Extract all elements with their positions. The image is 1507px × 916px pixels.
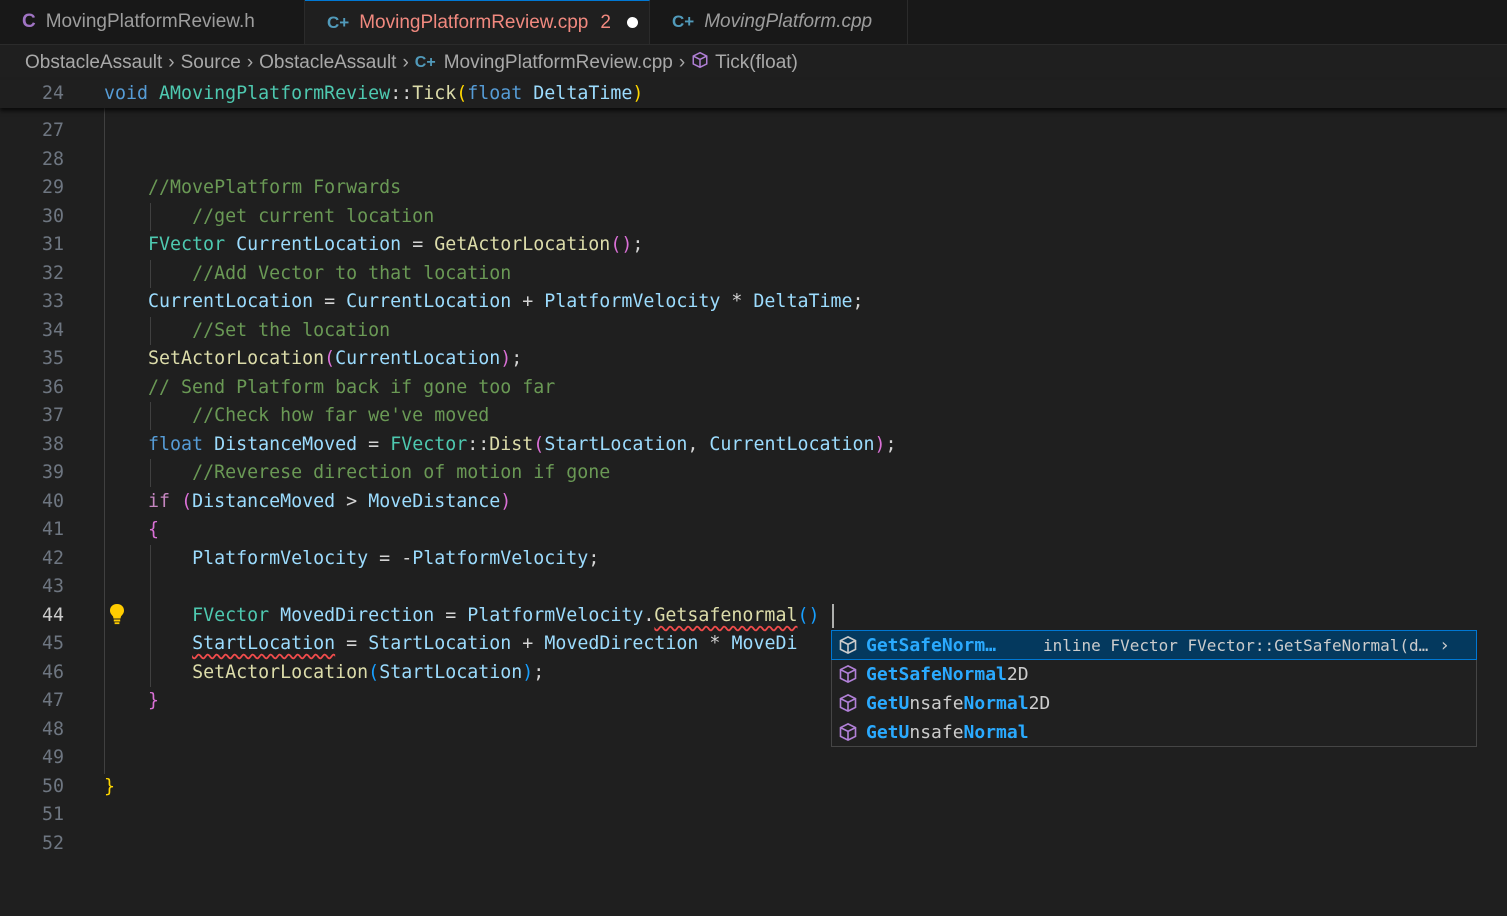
line-number: 52	[41, 833, 64, 854]
suggestion-match: GetU	[866, 721, 910, 743]
line-number: 45	[41, 633, 64, 654]
editor-tab-bar: C MovingPlatformReview.h C+ MovingPlatfo…	[0, 0, 1507, 45]
breadcrumb-item[interactable]: Source	[181, 52, 241, 74]
suggestion-match: Normal	[963, 721, 1029, 743]
suggestion-item[interactable]: GetU nsafe Normal 2D	[832, 689, 1476, 717]
sticky-scroll-header[interactable]: 24 void AMovingPlatformReview::Tick(floa…	[0, 80, 1507, 108]
c-header-file-icon: C	[22, 11, 36, 32]
suggestion-item[interactable]: GetSafeNormal 2D	[832, 660, 1476, 688]
line-number: 30	[41, 206, 64, 227]
line-number: 37	[41, 405, 64, 426]
line-number: 27	[41, 120, 64, 141]
text-cursor	[832, 604, 834, 628]
line-number: 39	[41, 462, 64, 483]
code-line: {	[148, 519, 160, 540]
chevron-right-icon: ›	[168, 52, 175, 73]
suggestion-rest: nsafe	[909, 692, 964, 714]
line-number: 49	[41, 747, 64, 768]
sticky-code-line: void AMovingPlatformReview::Tick(float D…	[104, 83, 644, 104]
code-line: //Set the location	[192, 320, 391, 341]
suggestion-rest: 2D	[1028, 692, 1051, 714]
line-number: 51	[41, 804, 64, 825]
line-number: 32	[41, 263, 64, 284]
unsaved-dot-icon[interactable]	[626, 17, 638, 28]
method-cube-icon	[839, 693, 857, 713]
line-number: 42	[41, 548, 64, 569]
method-cube-icon	[691, 51, 709, 75]
autocomplete-suggest-widget: GetSafeNorm… inline FVector FVector::Get…	[831, 630, 1477, 747]
suggestion-match: GetU	[866, 692, 910, 714]
line-number: 46	[41, 662, 64, 683]
tab-moving-platform-cpp[interactable]: C+ MovingPlatform.cpp	[650, 0, 908, 44]
chevron-right-icon: ›	[246, 52, 254, 73]
tab-moving-platform-review-h[interactable]: C MovingPlatformReview.h	[0, 0, 305, 44]
code-line: CurrentLocation = CurrentLocation + Plat…	[148, 291, 864, 312]
chevron-right-icon: ›	[402, 52, 409, 73]
cpp-file-icon: C+	[414, 54, 436, 71]
line-number: 24	[41, 83, 64, 104]
code-line: //Check how far we've moved	[192, 405, 490, 426]
code-line: }	[148, 690, 160, 711]
line-number: 38	[41, 434, 64, 455]
code-line: StartLocation = StartLocation + MovedDir…	[192, 633, 798, 654]
line-number: 50	[41, 776, 64, 797]
code-line: SetActorLocation(CurrentLocation);	[148, 348, 523, 369]
code-line: FVector CurrentLocation = GetActorLocati…	[148, 234, 644, 255]
code-line: float DistanceMoved = FVector::Dist(Star…	[148, 434, 897, 455]
code-line: //MovePlatform Forwards	[148, 177, 402, 198]
suggestion-label: GetSafeNorm…	[866, 634, 997, 656]
method-cube-icon	[839, 664, 857, 684]
line-number: 36	[41, 377, 64, 398]
line-number: 29	[41, 177, 64, 198]
method-cube-icon	[839, 635, 857, 655]
code-line: }	[104, 776, 116, 797]
tab-label: MovingPlatformReview.h	[45, 11, 255, 32]
suggestion-rest: 2D	[1006, 663, 1029, 685]
breadcrumb: ObstacleAssault › Source › ObstacleAssau…	[25, 48, 798, 78]
line-number: 34	[41, 320, 64, 341]
code-line: // Send Platform back if gone too far	[148, 377, 556, 398]
breadcrumb-item[interactable]: ObstacleAssault	[259, 52, 396, 74]
line-number-current: 44	[41, 605, 64, 626]
breadcrumb-item[interactable]: Tick(float)	[715, 52, 798, 74]
code-line-current: FVector MovedDirection = PlatformVelocit…	[192, 605, 820, 626]
tab-label: MovingPlatformReview.cpp	[359, 11, 589, 33]
chevron-right-icon[interactable]: ›	[1439, 635, 1450, 656]
chevron-right-icon: ›	[678, 52, 686, 73]
breadcrumb-item[interactable]: ObstacleAssault	[25, 52, 162, 74]
code-line: //Reverese direction of motion if gone	[192, 462, 611, 483]
line-number: 40	[41, 491, 64, 512]
code-line: //get current location	[192, 206, 435, 227]
code-line: SetActorLocation(StartLocation);	[192, 662, 545, 683]
suggestion-rest: nsafe	[909, 721, 964, 743]
tab-moving-platform-review-cpp[interactable]: C+ MovingPlatformReview.cpp 2	[305, 0, 650, 44]
problem-count-badge: 2	[600, 11, 611, 33]
line-number: 31	[41, 234, 64, 255]
code-line: //Add Vector to that location	[192, 263, 512, 284]
suggestion-detail: inline FVector FVector::GetSafeNormal(d…	[1043, 635, 1429, 655]
suggestion-item[interactable]: GetU nsafe Normal	[832, 718, 1476, 746]
lightbulb-icon[interactable]	[108, 602, 126, 631]
cpp-file-icon: C+	[672, 12, 695, 31]
tab-label: MovingPlatform.cpp	[704, 11, 873, 32]
suggestion-item-selected[interactable]: GetSafeNorm… inline FVector FVector::Get…	[831, 630, 1477, 660]
line-number: 33	[41, 291, 64, 312]
line-number: 41	[41, 519, 64, 540]
breadcrumb-item[interactable]: MovingPlatformReview.cpp	[444, 52, 673, 74]
suggestion-match: Normal	[963, 692, 1029, 714]
code-line: if (DistanceMoved > MoveDistance)	[148, 491, 512, 512]
line-number: 48	[41, 719, 64, 740]
line-number: 35	[41, 348, 64, 369]
line-number: 43	[41, 576, 64, 597]
suggestion-match: GetSafeNormal	[866, 663, 1007, 685]
method-cube-icon	[839, 722, 857, 742]
line-number: 47	[41, 690, 64, 711]
line-number: 28	[41, 149, 64, 170]
code-line: PlatformVelocity = -PlatformVelocity;	[192, 548, 600, 569]
cpp-file-icon: C+	[327, 12, 350, 32]
